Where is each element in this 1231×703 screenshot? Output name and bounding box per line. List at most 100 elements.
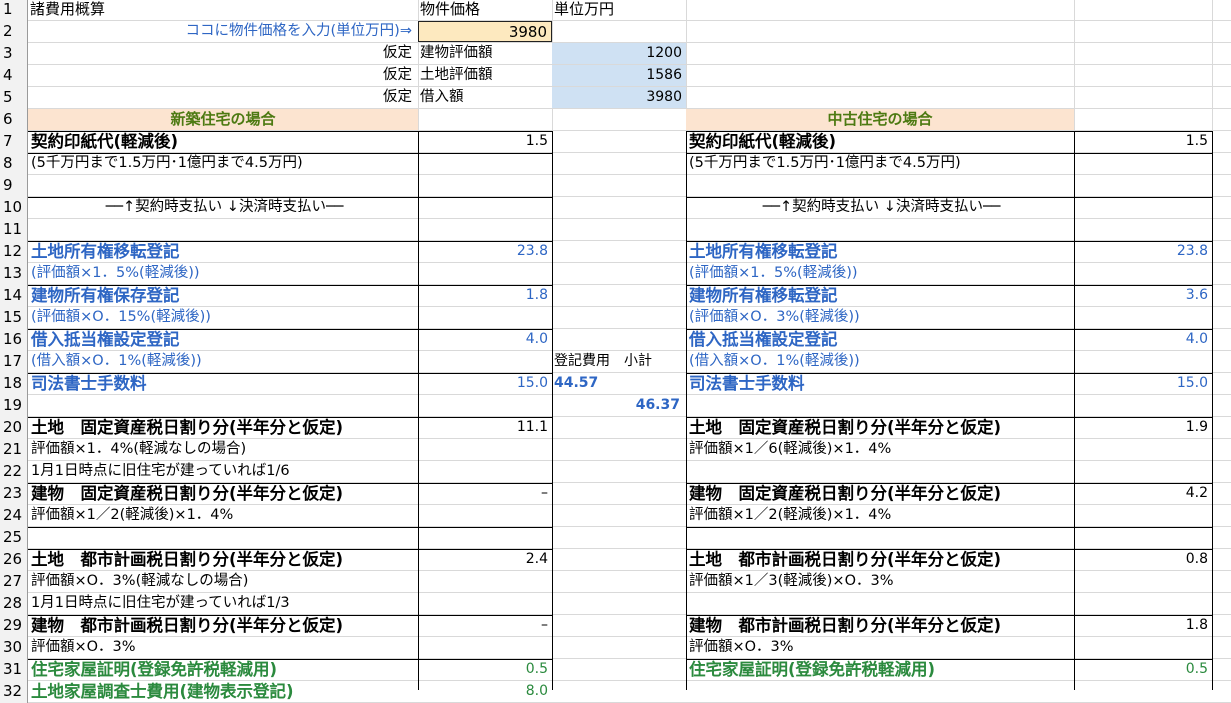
cell-b18[interactable]: 15.0 <box>418 373 552 394</box>
cell-a30[interactable]: 評価額×O．3% <box>28 637 418 658</box>
cell-a17[interactable]: (借入額×O．1%(軽減後)) <box>28 351 418 372</box>
row-header[interactable]: 1 <box>0 0 28 21</box>
cell-b20[interactable]: 11.1 <box>418 417 552 438</box>
cell-f18[interactable]: 15.0 <box>1074 373 1212 394</box>
cell-c1[interactable]: 単位万円 <box>554 0 684 20</box>
cell-b1[interactable]: 物件価格 <box>420 0 550 20</box>
cell-a1[interactable]: 諸費用概算 <box>30 0 416 20</box>
cell-c4[interactable]: 1586 <box>552 65 686 86</box>
cell-e23[interactable]: 建物 固定資産税日割り分(半年分と仮定) <box>686 483 1074 504</box>
cell-b2[interactable]: 3980 <box>418 21 552 42</box>
cell-e20[interactable]: 土地 固定資産税日割り分(半年分と仮定) <box>686 417 1074 438</box>
cell-e29[interactable]: 建物 都市計画税日割り分(半年分と仮定) <box>686 615 1074 636</box>
row-header[interactable]: 9 <box>0 175 28 197</box>
row-header[interactable]: 2 <box>0 21 28 43</box>
cell-a23[interactable]: 建物 固定資産税日割り分(半年分と仮定) <box>28 483 418 504</box>
cell-a6[interactable]: 新築住宅の場合 <box>28 109 418 130</box>
cell-f12[interactable]: 23.8 <box>1074 241 1212 262</box>
row-header[interactable]: 23 <box>0 483 28 505</box>
cell-a22[interactable]: 1月1日時点に旧住宅が建っていれば1/6 <box>28 461 418 482</box>
row-header[interactable]: 20 <box>0 417 28 439</box>
cell-a27[interactable]: 評価額×O．3%(軽減なしの場合) <box>28 571 418 592</box>
row-header[interactable]: 26 <box>0 549 28 571</box>
cell-a3[interactable]: 仮定 <box>28 43 416 64</box>
row-header[interactable]: 27 <box>0 571 28 593</box>
cell-e21[interactable]: 評価額×1／6(軽減後)×1．4% <box>686 439 1074 460</box>
cell-b4[interactable]: 土地評価額 <box>420 65 550 86</box>
cell-a24[interactable]: 評価額×1／2(軽減後)×1．4% <box>28 505 418 526</box>
cell-f16[interactable]: 4.0 <box>1074 329 1212 350</box>
cell-b32[interactable]: 8.0 <box>418 681 552 702</box>
cell-f7[interactable]: 1.5 <box>1074 131 1212 152</box>
cell-b12[interactable]: 23.8 <box>418 241 552 262</box>
cell-a8[interactable]: (5千万円まで1.5万円･1億円まで4.5万円) <box>28 153 418 174</box>
row-header[interactable]: 32 <box>0 681 28 703</box>
row-header[interactable]: 21 <box>0 439 28 461</box>
cell-e12[interactable]: 土地所有権移転登記 <box>686 241 1074 262</box>
row-header[interactable]: 12 <box>0 241 28 263</box>
cell-b23[interactable]: – <box>418 483 552 504</box>
cell-c3[interactable]: 1200 <box>552 43 686 64</box>
cell-e27[interactable]: 評価額×1／3(軽減後)×O．3% <box>686 571 1074 592</box>
cell-a29[interactable]: 建物 都市計画税日割り分(半年分と仮定) <box>28 615 418 636</box>
row-header[interactable]: 25 <box>0 527 28 549</box>
row-header[interactable]: 15 <box>0 307 28 329</box>
cell-e17[interactable]: (借入額×O．1%(軽減後)) <box>686 351 1074 372</box>
row-header[interactable]: 19 <box>0 395 28 417</box>
cell-a13[interactable]: (評価額×1．5%(軽減後)) <box>28 263 418 284</box>
cell-e6[interactable]: 中古住宅の場合 <box>686 109 1074 130</box>
cell-a28[interactable]: 1月1日時点に旧住宅が建っていれば1/3 <box>28 593 418 614</box>
cell-f14[interactable]: 3.6 <box>1074 285 1212 306</box>
cell-e14[interactable]: 建物所有権移転登記 <box>686 285 1074 306</box>
row-header[interactable]: 3 <box>0 43 28 65</box>
cell-f20[interactable]: 1.9 <box>1074 417 1212 438</box>
cell-a5[interactable]: 仮定 <box>28 87 416 108</box>
cell-c19[interactable]: 46.37 <box>554 395 684 416</box>
cell-b7[interactable]: 1.5 <box>418 131 552 152</box>
cell-e15[interactable]: (評価額×O．3%(軽減後)) <box>686 307 1074 328</box>
cell-b16[interactable]: 4.0 <box>418 329 552 350</box>
cell-f29[interactable]: 1.8 <box>1074 615 1212 636</box>
cell-b3[interactable]: 建物評価額 <box>420 43 550 64</box>
cell-e31[interactable]: 住宅家屋証明(登録免許税軽減用) <box>686 659 1074 680</box>
row-header[interactable]: 30 <box>0 637 28 659</box>
cell-b29[interactable]: – <box>418 615 552 636</box>
cell-a15[interactable]: (評価額×O．15%(軽減後)) <box>28 307 418 328</box>
cell-e24[interactable]: 評価額×1／2(軽減後)×1．4% <box>686 505 1074 526</box>
row-header[interactable]: 5 <box>0 87 28 109</box>
cell-a18[interactable]: 司法書士手数料 <box>28 373 418 394</box>
row-header[interactable]: 14 <box>0 285 28 307</box>
row-header[interactable]: 18 <box>0 373 28 395</box>
cell-e13[interactable]: (評価額×1．5%(軽減後)) <box>686 263 1074 284</box>
cell-b26[interactable]: 2.4 <box>418 549 552 570</box>
cell-e16[interactable]: 借入抵当権設定登記 <box>686 329 1074 350</box>
cell-a21[interactable]: 評価額×1．4%(軽減なしの場合) <box>28 439 418 460</box>
row-header[interactable]: 10 <box>0 197 28 219</box>
cell-c5[interactable]: 3980 <box>552 87 686 108</box>
cell-c18[interactable]: 44.57 <box>554 373 684 394</box>
cell-c17[interactable]: 登記費用 小計 <box>554 351 686 372</box>
cell-a7[interactable]: 契約印紙代(軽減後) <box>28 131 418 152</box>
row-header[interactable]: 22 <box>0 461 28 483</box>
cell-a14[interactable]: 建物所有権保存登記 <box>28 285 418 306</box>
row-header[interactable]: 17 <box>0 351 28 373</box>
cell-b14[interactable]: 1.8 <box>418 285 552 306</box>
cell-f26[interactable]: 0.8 <box>1074 549 1212 570</box>
cell-e10[interactable]: ──↑契約時支払い ↓決済時支払い── <box>686 197 1074 218</box>
row-header[interactable]: 6 <box>0 109 28 131</box>
cell-b5[interactable]: 借入額 <box>420 87 550 108</box>
cell-a10[interactable]: ──↑契約時支払い ↓決済時支払い── <box>28 197 418 218</box>
row-header[interactable]: 8 <box>0 153 28 175</box>
cell-a2[interactable]: ココに物件価格を入力(単位万円)⇒ <box>28 21 416 42</box>
cell-a20[interactable]: 土地 固定資産税日割り分(半年分と仮定) <box>28 417 418 438</box>
row-header[interactable]: 7 <box>0 131 28 153</box>
cell-a12[interactable]: 土地所有権移転登記 <box>28 241 418 262</box>
row-header[interactable]: 13 <box>0 263 28 285</box>
cell-e30[interactable]: 評価額×O．3% <box>686 637 1074 658</box>
row-header[interactable]: 28 <box>0 593 28 615</box>
cell-f23[interactable]: 4.2 <box>1074 483 1212 504</box>
row-header[interactable]: 16 <box>0 329 28 351</box>
cell-a32[interactable]: 土地家屋調査士費用(建物表示登記) <box>28 681 418 702</box>
row-header[interactable]: 4 <box>0 65 28 87</box>
cell-e26[interactable]: 土地 都市計画税日割り分(半年分と仮定) <box>686 549 1074 570</box>
